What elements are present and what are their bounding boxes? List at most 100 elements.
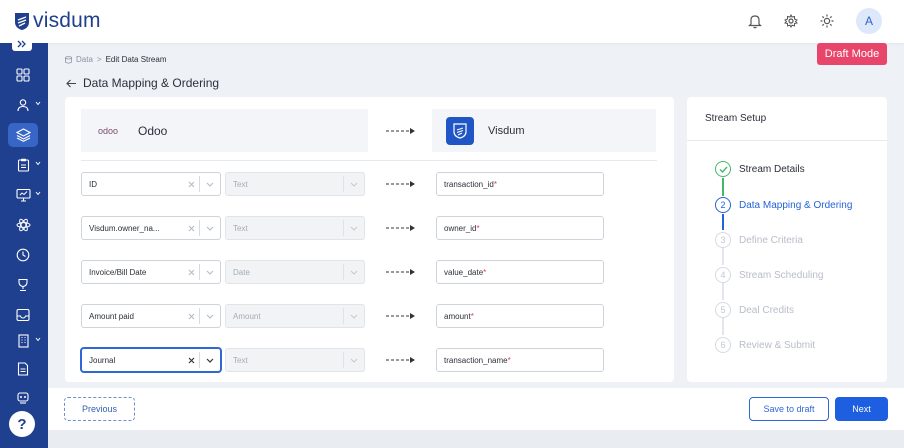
chevron-down-icon[interactable] (200, 358, 220, 363)
dashed-arrow-icon (386, 128, 415, 134)
step-deal-credits[interactable]: 5 Deal Credits (715, 301, 794, 319)
layers-icon (15, 128, 31, 142)
sidebar-item-plans[interactable] (8, 153, 41, 177)
chevron-down-icon (35, 101, 41, 106)
top-bar: visdum A (0, 0, 904, 43)
source-field-select[interactable]: Journal (81, 348, 221, 372)
field-type-value: Text (233, 223, 248, 233)
expand-sidebar-button[interactable] (12, 37, 32, 51)
step-stream-scheduling[interactable]: 4 Stream Scheduling (715, 266, 824, 284)
sidebar-item-users[interactable] (8, 93, 41, 117)
source-field-select[interactable]: ID (81, 172, 221, 196)
chevron-down-icon[interactable] (200, 182, 220, 187)
brand-name: visdum (33, 9, 101, 32)
target-field-name: value_date (444, 267, 484, 277)
divider (687, 140, 887, 141)
sidebar-item-data[interactable] (8, 123, 38, 147)
save-to-draft-button[interactable]: Save to draft (749, 397, 829, 421)
breadcrumb-separator: > (96, 55, 102, 64)
sidebar-item-integrations[interactable] (8, 213, 38, 237)
bottom-strip (48, 430, 904, 448)
step-label: Data Mapping & Ordering (739, 199, 853, 211)
chevron-down-icon (344, 182, 364, 187)
stream-setup-card: Stream Setup Stream Details 2 Data Mappi… (687, 97, 887, 382)
required-mark: * (470, 311, 474, 321)
chevron-down-icon (344, 358, 364, 363)
bot-icon (17, 392, 29, 404)
mapping-row: ID Text transaction_id * (81, 172, 657, 196)
field-type-select: Amount (225, 304, 365, 328)
sidebar-item-dashboard[interactable] (8, 63, 38, 87)
next-button[interactable]: Next (835, 397, 888, 421)
sidebar-item-history[interactable] (8, 243, 38, 267)
sidebar-item-reports[interactable] (8, 183, 41, 207)
step-data-mapping[interactable]: 2 Data Mapping & Ordering (715, 196, 852, 214)
chevron-down-icon[interactable] (200, 226, 220, 231)
page-title: Data Mapping & Ordering (83, 76, 220, 90)
clear-icon[interactable] (183, 269, 199, 276)
chevron-down-icon (344, 314, 364, 319)
brand-logo[interactable]: visdum (14, 9, 101, 33)
step-label: Stream Details (739, 163, 805, 175)
mapping-card: odoo Odoo Visdum ID Text transaction_id *… (65, 97, 674, 382)
field-type-select: Text (225, 172, 365, 196)
target-field-name: transaction_id (444, 179, 494, 189)
breadcrumb-root[interactable]: Data (76, 55, 93, 64)
step-number: 4 (715, 267, 731, 283)
source-field-value: Journal (89, 355, 116, 365)
chevron-down-icon[interactable] (200, 314, 220, 319)
sidebar-item-leaderboard[interactable] (8, 273, 38, 297)
user-avatar[interactable]: A (856, 8, 882, 34)
breadcrumb-current: Edit Data Stream (105, 55, 167, 64)
field-type-value: Date (233, 267, 250, 277)
bell-icon[interactable] (744, 10, 766, 32)
user-icon (17, 99, 29, 112)
chevron-down-icon[interactable] (200, 270, 220, 275)
previous-button[interactable]: Previous (64, 397, 135, 421)
target-field: transaction_id * (436, 172, 604, 196)
gear-icon[interactable] (780, 10, 802, 32)
document-icon (17, 362, 29, 376)
source-field-select[interactable]: Amount paid (81, 304, 221, 328)
source-field-value: Amount paid (89, 311, 134, 321)
field-type-value: Text (233, 355, 248, 365)
target-field: owner_id * (436, 216, 604, 240)
destination-header: Visdum (432, 109, 656, 152)
inbox-icon (16, 308, 30, 322)
odoo-logo: odoo (98, 125, 119, 136)
step-number: 5 (715, 302, 731, 318)
mapping-row: Amount paid Amount amount * (81, 304, 657, 328)
sidebar: ? (0, 37, 48, 448)
sidebar-item-documents[interactable] (8, 357, 38, 381)
step-number: 6 (715, 337, 731, 353)
source-name: Odoo (138, 123, 168, 138)
clear-icon[interactable] (183, 225, 199, 232)
monitor-icon (15, 188, 31, 202)
clear-icon[interactable] (183, 357, 199, 364)
step-review-submit[interactable]: 6 Review & Submit (715, 336, 815, 354)
sun-icon[interactable] (816, 10, 838, 32)
source-field-value: Invoice/Bill Date (89, 267, 147, 277)
target-field-name: owner_id (444, 223, 477, 233)
dashed-arrow-icon (386, 225, 415, 231)
sidebar-item-support[interactable] (8, 385, 38, 409)
clear-icon[interactable] (183, 181, 199, 188)
step-connector (722, 178, 724, 196)
sidebar-item-billing[interactable] (8, 329, 41, 353)
back-arrow-icon[interactable] (66, 79, 77, 88)
clear-icon[interactable] (183, 313, 199, 320)
chevron-down-icon (344, 270, 364, 275)
source-header: odoo Odoo (81, 109, 368, 152)
help-button[interactable]: ? (9, 411, 35, 437)
required-mark: * (476, 223, 480, 233)
divider (81, 160, 657, 161)
step-stream-details[interactable]: Stream Details (715, 160, 805, 178)
sidebar-item-inbox[interactable] (8, 303, 38, 327)
step-define-criteria[interactable]: 3 Define Criteria (715, 231, 803, 249)
source-field-select[interactable]: Visdum.owner_na... (81, 216, 221, 240)
chevron-down-icon (344, 226, 364, 231)
source-field-select[interactable]: Invoice/Bill Date (81, 260, 221, 284)
target-field: transaction_name * (436, 348, 604, 372)
required-mark: * (483, 267, 487, 277)
stream-setup-title: Stream Setup (705, 113, 767, 124)
